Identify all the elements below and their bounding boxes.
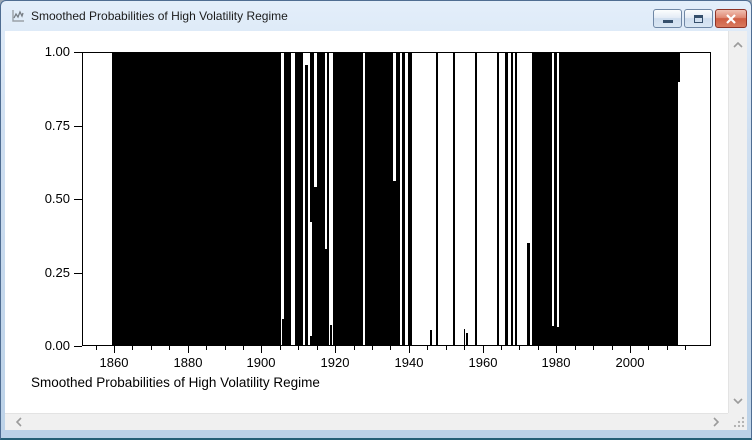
y-tick <box>74 52 82 53</box>
probability-bar <box>284 53 291 345</box>
x-tick-minor <box>354 346 355 350</box>
resize-grip-icon[interactable] <box>733 416 745 428</box>
probability-bar <box>559 53 678 345</box>
x-tick-minor <box>667 346 668 350</box>
y-tick-label: 0.75 <box>30 118 70 133</box>
probability-bar <box>408 53 413 345</box>
x-tick-major <box>630 346 631 353</box>
x-tick-minor <box>427 346 428 350</box>
probability-bar <box>554 53 557 345</box>
probability-bar <box>527 243 529 345</box>
x-tick-label: 2000 <box>608 355 652 370</box>
x-tick-minor <box>372 346 373 350</box>
probability-bar <box>430 330 432 345</box>
x-tick-minor <box>612 346 613 350</box>
x-tick-major <box>261 346 262 353</box>
probability-bar <box>295 53 303 345</box>
chevron-down-icon[interactable] <box>732 395 744 407</box>
probability-bar <box>112 53 281 345</box>
x-tick-major <box>114 346 115 353</box>
probability-bar <box>475 53 478 345</box>
x-tick-minor <box>446 346 447 350</box>
x-tick-minor <box>519 346 520 350</box>
chevron-right-icon[interactable] <box>710 416 722 428</box>
probability-bar <box>333 53 363 345</box>
probability-bar <box>402 53 405 345</box>
x-tick-minor <box>280 346 281 350</box>
x-tick-minor <box>648 346 649 350</box>
probability-bar <box>330 325 332 345</box>
probability-bar <box>327 53 330 345</box>
minimize-icon <box>663 20 673 23</box>
x-tick-minor <box>243 346 244 350</box>
probability-bar <box>453 53 455 345</box>
app-window: Smoothed Probabilities of High Volatilit… <box>0 0 752 440</box>
x-tick-minor <box>464 346 465 350</box>
x-tick-minor <box>538 346 539 350</box>
probability-bar <box>678 53 680 82</box>
horizontal-scrollbar[interactable] <box>5 413 728 430</box>
x-tick-minor <box>151 346 152 350</box>
y-tick-label: 0.50 <box>30 191 70 206</box>
probability-bar <box>511 53 513 345</box>
x-tick-major <box>556 346 557 353</box>
x-tick-label: 1860 <box>92 355 136 370</box>
probability-bar <box>436 53 438 345</box>
y-tick-label: 1.00 <box>30 44 70 59</box>
x-tick-minor <box>298 346 299 350</box>
x-tick-minor <box>501 346 502 350</box>
x-tick-minor <box>132 346 133 350</box>
probability-bar <box>396 53 400 345</box>
x-tick-minor <box>169 346 170 350</box>
title-bar[interactable]: Smoothed Probabilities of High Volatilit… <box>1 1 751 31</box>
chevron-left-icon[interactable] <box>13 416 25 428</box>
probability-bar <box>515 53 517 345</box>
x-tick-minor <box>390 346 391 350</box>
x-tick-major <box>335 346 336 353</box>
probability-bar <box>305 65 308 345</box>
y-tick <box>74 126 82 127</box>
x-tick-minor <box>317 346 318 350</box>
x-tick-major <box>188 346 189 353</box>
y-tick <box>74 346 82 347</box>
probability-bar <box>317 53 325 345</box>
x-tick-minor <box>206 346 207 350</box>
minimize-button[interactable] <box>653 9 682 28</box>
probability-bar <box>365 53 393 345</box>
x-tick-minor <box>225 346 226 350</box>
y-tick <box>74 199 82 200</box>
x-tick-label: 1980 <box>534 355 578 370</box>
close-icon <box>725 14 737 24</box>
restore-button[interactable] <box>684 9 713 28</box>
y-tick-label: 0.00 <box>30 338 70 353</box>
plot-box <box>82 52 711 346</box>
scrollbar-corner <box>728 413 747 430</box>
plot-canvas: 1.00 0.75 0.50 0.25 0.00 1860 1880 1900 1920 1940… <box>5 31 728 413</box>
graphics-device-icon <box>10 8 26 24</box>
chevron-up-icon[interactable] <box>732 39 744 51</box>
window-title: Smoothed Probabilities of High Volatilit… <box>31 9 288 23</box>
bars-layer <box>83 53 710 345</box>
restore-icon <box>694 15 703 23</box>
x-tick-minor <box>593 346 594 350</box>
y-tick <box>74 273 82 274</box>
close-button[interactable] <box>715 9 747 28</box>
y-tick-label: 0.25 <box>30 265 70 280</box>
probability-bar <box>466 333 468 345</box>
x-tick-label: 1920 <box>313 355 357 370</box>
probability-bar <box>532 53 552 345</box>
x-tick-label: 1960 <box>461 355 505 370</box>
x-tick-major <box>483 346 484 353</box>
x-tick-label: 1940 <box>387 355 431 370</box>
probability-bar <box>497 53 499 345</box>
x-tick-minor <box>96 346 97 350</box>
x-tick-major <box>409 346 410 353</box>
vertical-scrollbar[interactable] <box>728 31 747 413</box>
x-tick-minor <box>575 346 576 350</box>
chart-bottom-label: Smoothed Probabilities of High Volatilit… <box>31 375 320 390</box>
x-tick-minor <box>685 346 686 350</box>
x-tick-label: 1900 <box>239 355 283 370</box>
x-tick-label: 1880 <box>166 355 210 370</box>
probability-bar <box>505 53 507 345</box>
